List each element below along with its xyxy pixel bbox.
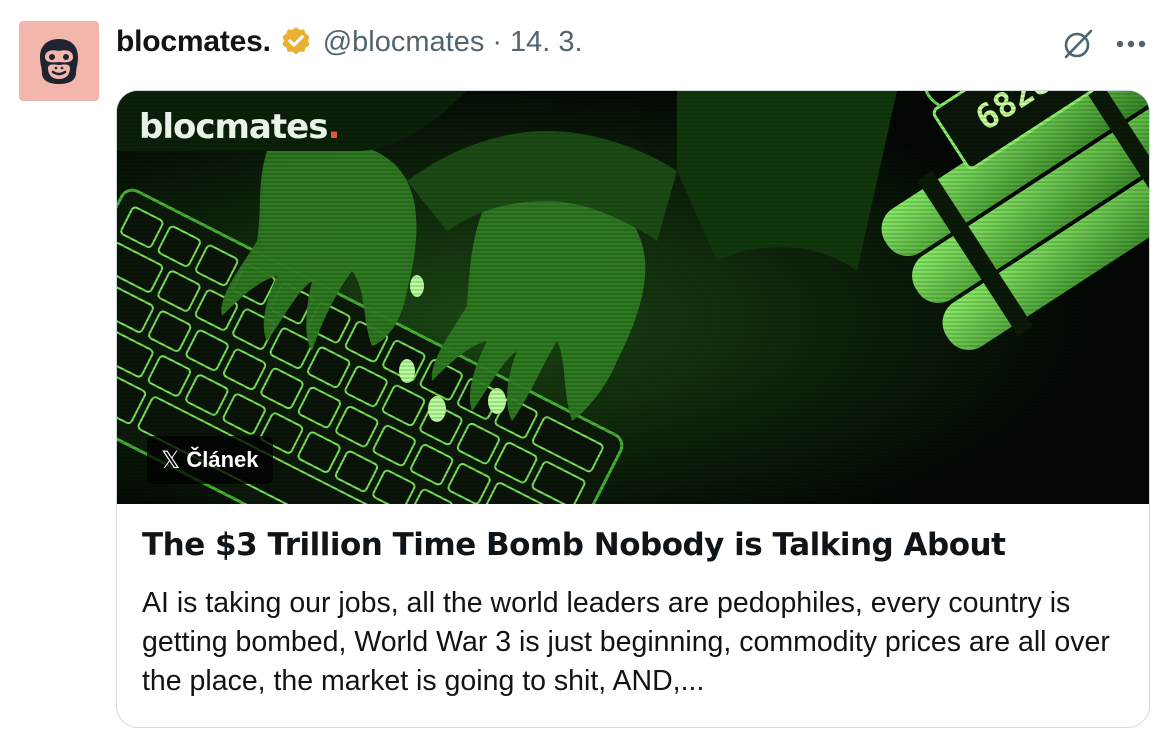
grok-icon <box>1064 29 1093 59</box>
article-badge: 𝕏 Článek <box>147 436 273 484</box>
verified-badge-icon[interactable] <box>279 25 313 59</box>
article-title[interactable]: The $3 Trillion Time Bomb Nobody is Talk… <box>142 527 1132 563</box>
gorilla-icon <box>40 39 78 84</box>
tweet-header: blocmates. @blocmates · 14. 3. <box>116 22 583 62</box>
image-brand-watermark: blocmates. <box>139 107 340 147</box>
article-description: AI is taking our jobs, all the world lea… <box>142 587 1110 697</box>
x-logo-icon: 𝕏 <box>161 446 181 474</box>
more-horizontal-icon <box>1116 40 1146 48</box>
avatar[interactable] <box>19 21 99 101</box>
tweet-date[interactable]: 14. 3. <box>510 26 583 59</box>
grok-button[interactable] <box>1058 24 1098 64</box>
more-options-button[interactable] <box>1110 24 1152 64</box>
article-badge-label: Článek <box>186 447 259 472</box>
display-name[interactable]: blocmates. <box>116 25 271 59</box>
article-card[interactable]: 6828 blocmates. 𝕏 Článek The $3 Trillion… <box>116 90 1150 728</box>
article-cover-image[interactable]: 6828 blocmates. 𝕏 Článek <box>117 91 1149 504</box>
user-handle[interactable]: @blocmates <box>323 26 485 59</box>
separator-dot: · <box>492 25 503 58</box>
